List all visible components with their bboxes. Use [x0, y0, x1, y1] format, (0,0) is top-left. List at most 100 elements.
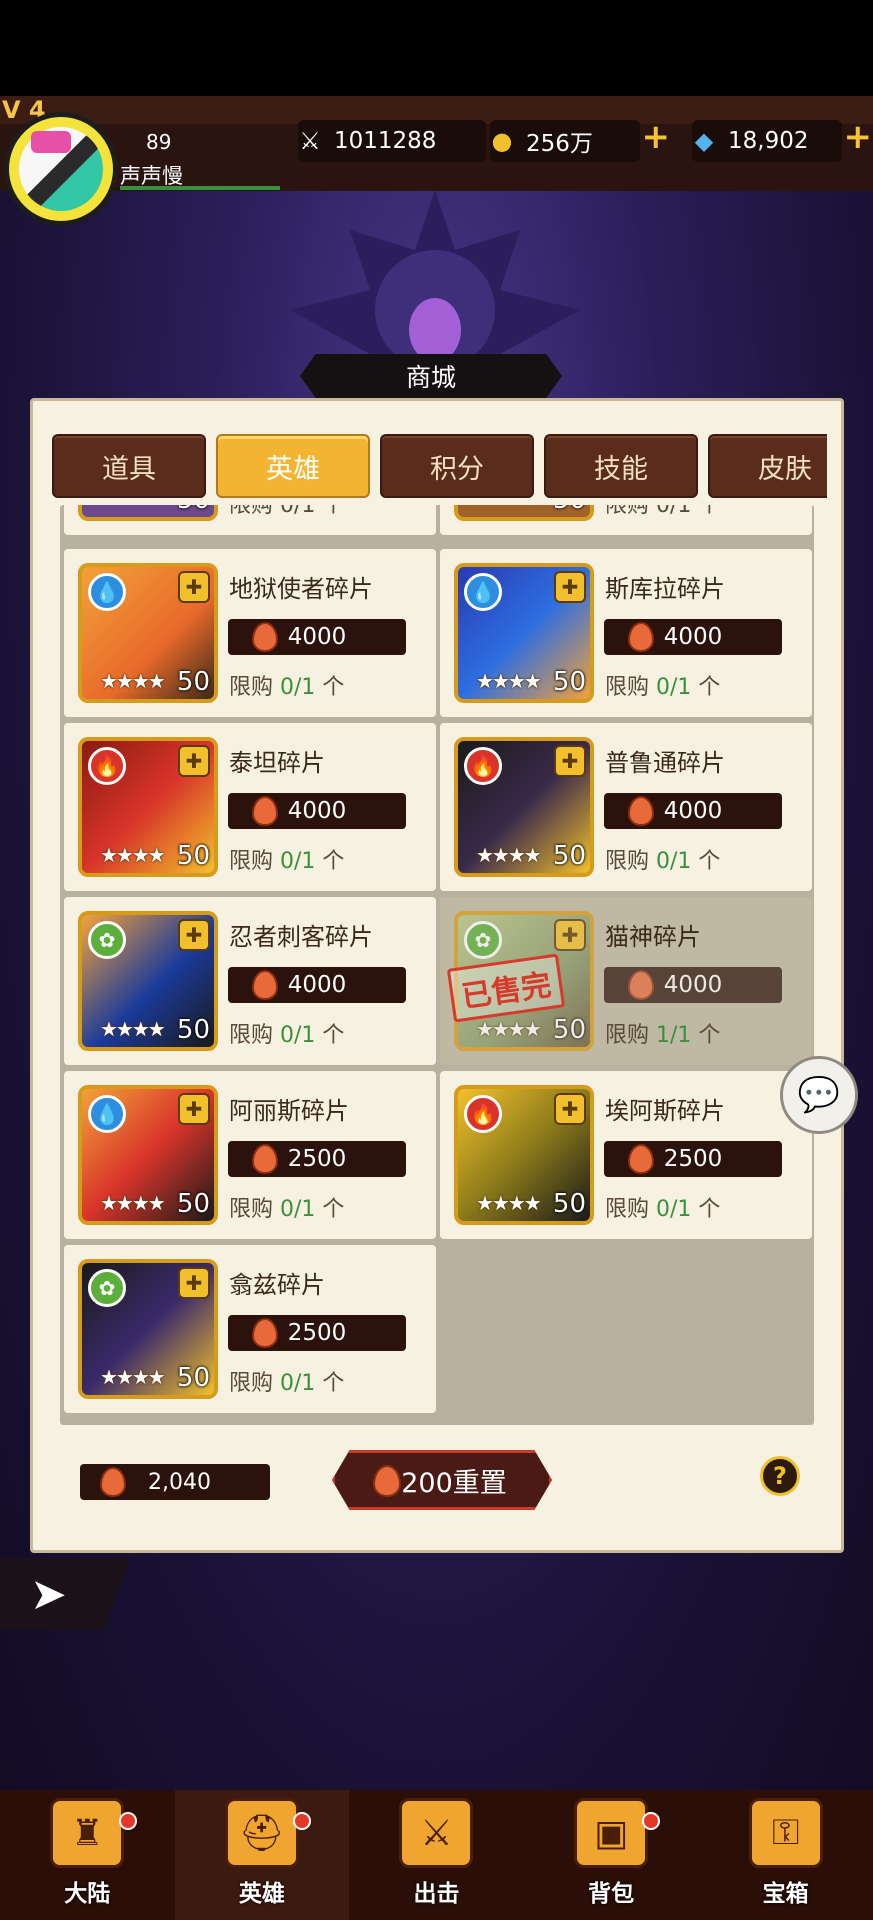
limit-text: 限购 0/1 个: [229, 505, 345, 518]
list-item[interactable]: 💧 ✚ ★★★★ 50 阿丽斯碎片 2500 限购 0/1 个: [64, 1071, 436, 1239]
star-rating: ★★★★: [100, 1191, 166, 1215]
shop-title: 商城: [300, 354, 562, 398]
nav-chest[interactable]: ⚿ 宝箱: [698, 1790, 873, 1920]
star-rating: ★★★★: [100, 1017, 166, 1041]
price-tag[interactable]: 2500: [604, 1141, 782, 1177]
price-value: 4000: [663, 624, 723, 650]
nav-label: 大陆: [64, 1881, 111, 1907]
list-item[interactable]: 🔥 ✚ ★★★★ 50 埃阿斯碎片 2500 限购 0/1 个: [440, 1071, 812, 1239]
nav-battle[interactable]: ⚔ 出击: [349, 1790, 524, 1920]
puzzle-piece-icon: ✚: [178, 571, 210, 603]
tab-skills[interactable]: 技能: [544, 434, 698, 498]
chat-button[interactable]: 💬: [780, 1056, 858, 1134]
hero-card: 50: [78, 505, 218, 521]
tab-points[interactable]: 积分: [380, 434, 534, 498]
hero-shop-list[interactable]: 50 限购 0/1 个 50 限购 0/1 个 💧 ✚ ★★★★ 50 地狱使者…: [60, 505, 814, 1425]
reset-button[interactable]: 200重置: [332, 1450, 552, 1510]
hero-card-count: 50: [552, 667, 586, 697]
price-value: 4000: [287, 798, 347, 824]
puzzle-piece-icon: ✚: [178, 1093, 210, 1125]
price-tag[interactable]: 4000: [228, 619, 406, 655]
list-item[interactable]: 🔥 ✚ ★★★★ 50 泰坦碎片 4000 限购 0/1 个: [64, 723, 436, 891]
limit-text: 限购 0/1 个: [605, 849, 721, 874]
add-gem-button[interactable]: +: [844, 117, 873, 157]
nav-backpack[interactable]: ▣ 背包: [524, 1790, 699, 1920]
avatar[interactable]: [4, 112, 118, 226]
list-item-sold-out[interactable]: ✿ ✚ ★★★★ 50 已售完 猫神碎片 4000 限购 1/1 个: [440, 897, 812, 1065]
price-tag[interactable]: 4000: [604, 619, 782, 655]
reset-label: 200重置: [401, 1467, 507, 1499]
list-item[interactable]: 🔥 ✚ ★★★★ 50 普鲁通碎片 4000 限购 0/1 个: [440, 723, 812, 891]
price-value: 4000: [663, 798, 723, 824]
puzzle-piece-icon: ✚: [554, 745, 586, 777]
nav-heroes[interactable]: ⛑ 英雄: [174, 1790, 350, 1920]
hero-card-count: 50: [176, 667, 210, 697]
puzzle-piece-icon: ✚: [554, 919, 586, 951]
water-element-icon: 💧: [88, 573, 126, 611]
price-value: 4000: [287, 972, 347, 998]
tab-skins[interactable]: 皮肤: [708, 434, 827, 498]
gem-icon: ◆: [694, 127, 714, 155]
list-item[interactable]: 💧 ✚ ★★★★ 50 地狱使者碎片 4000 限购 0/1 个: [64, 549, 436, 717]
price-tag[interactable]: 4000: [228, 793, 406, 829]
puzzle-piece-icon: ✚: [554, 1093, 586, 1125]
limit-text: 限购 0/1 个: [229, 1197, 345, 1222]
list-item[interactable]: ✿ ✚ ★★★★ 50 忍者刺客碎片 4000 限购 0/1 个: [64, 897, 436, 1065]
gem-value: 18,902: [728, 128, 809, 154]
tab-items[interactable]: 道具: [52, 434, 206, 498]
hero-card: ✿ ✚ ★★★★ 50: [78, 911, 218, 1051]
castle-icon: ♜: [50, 1798, 125, 1868]
hero-name: 泰坦碎片: [229, 749, 325, 777]
hero-card-count: 50: [176, 1015, 210, 1045]
nav-continent[interactable]: ♜ 大陆: [0, 1790, 175, 1920]
limit-text: 限购 0/1 个: [229, 675, 345, 700]
hero-card: 🔥 ✚ ★★★★ 50: [454, 1085, 594, 1225]
egg-currency-icon: [252, 1144, 278, 1174]
price-tag[interactable]: 4000: [604, 793, 782, 829]
hero-name: 普鲁通碎片: [605, 749, 725, 777]
wind-element-icon: ✿: [88, 1269, 126, 1307]
limit-text: 限购 0/1 个: [229, 1023, 345, 1048]
nav-label: 出击: [413, 1881, 460, 1907]
shop-tabs: 道具 英雄 积分 技能 皮肤: [52, 434, 827, 500]
hero-name: 地狱使者碎片: [229, 575, 373, 603]
coin-icon: ●: [491, 127, 513, 155]
back-arrow-icon: ➤: [30, 1568, 67, 1620]
list-item-partial[interactable]: 50 限购 0/1 个: [64, 505, 436, 535]
list-item[interactable]: 💧 ✚ ★★★★ 50 斯库拉碎片 4000 限购 0/1 个: [440, 549, 812, 717]
puzzle-piece-icon: ✚: [178, 1267, 210, 1299]
add-gold-button[interactable]: +: [642, 117, 671, 157]
limit-text: 限购 0/1 个: [605, 675, 721, 700]
price-tag[interactable]: 2500: [228, 1141, 406, 1177]
wind-element-icon: ✿: [88, 921, 126, 959]
notification-dot: [118, 1812, 137, 1830]
limit-text: 限购 0/1 个: [229, 1371, 345, 1396]
help-button[interactable]: ?: [760, 1456, 800, 1496]
hero-card: 💧 ✚ ★★★★ 50: [78, 563, 218, 703]
hero-card: 🔥 ✚ ★★★★ 50: [454, 737, 594, 877]
player-level: 89: [146, 130, 172, 154]
price-value: 2500: [663, 1146, 723, 1172]
egg-currency-icon: [373, 1465, 401, 1497]
nav-label: 英雄: [238, 1881, 285, 1907]
list-item[interactable]: ✿ ✚ ★★★★ 50 翕兹碎片 2500 限购 0/1 个: [64, 1245, 436, 1413]
price-tag[interactable]: 2500: [228, 1315, 406, 1351]
hero-card-count: 50: [176, 841, 210, 871]
balance-value: 2,040: [148, 1469, 211, 1495]
crossed-swords-icon: ⚔: [299, 127, 321, 155]
nav-label: 背包: [588, 1881, 635, 1907]
power-display: ⚔ 1011288: [298, 120, 486, 162]
price-tag[interactable]: 4000: [228, 967, 406, 1003]
price-value: 2500: [287, 1320, 347, 1346]
tab-heroes[interactable]: 英雄: [216, 434, 370, 498]
hero-name: 翕兹碎片: [229, 1271, 325, 1299]
price-tag: 4000: [604, 967, 782, 1003]
hero-name: 斯库拉碎片: [605, 575, 725, 603]
hero-name: 猫神碎片: [605, 923, 701, 951]
price-value: 2500: [287, 1146, 347, 1172]
power-value: 1011288: [334, 128, 437, 154]
treasure-chest-icon: ⚿: [748, 1798, 823, 1868]
hero-name: 阿丽斯碎片: [229, 1097, 349, 1125]
egg-currency-icon: [252, 622, 278, 652]
list-item-partial[interactable]: 50 限购 0/1 个: [440, 505, 812, 535]
